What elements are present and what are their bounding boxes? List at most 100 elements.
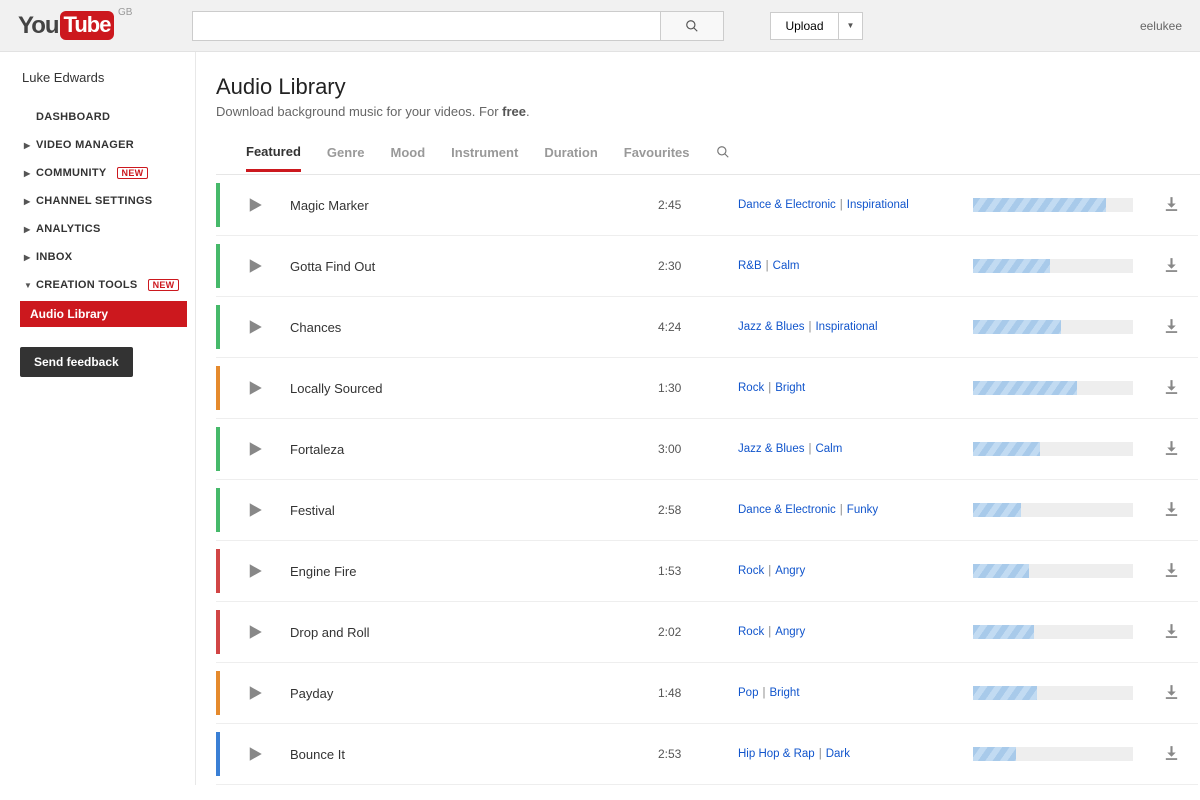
play-button[interactable]	[220, 379, 290, 397]
expand-icon: ▼	[24, 281, 30, 290]
tab-duration[interactable]: Duration	[544, 145, 597, 170]
upload-menu-button[interactable]: ▼	[839, 12, 864, 40]
username[interactable]: Luke Edwards	[20, 70, 195, 85]
mood-link[interactable]: Bright	[769, 687, 799, 699]
page-title: Audio Library	[216, 74, 1200, 100]
genre-link[interactable]: Pop	[738, 687, 758, 699]
track-duration: 4:24	[658, 320, 738, 334]
separator: |	[808, 443, 811, 455]
play-button[interactable]	[220, 196, 290, 214]
track-title: Magic Marker	[290, 198, 658, 213]
download-button[interactable]	[1163, 439, 1180, 459]
sidebar-item-community[interactable]: ▶COMMUNITYNEW	[20, 159, 195, 187]
track-tags: Rock|Angry	[738, 565, 973, 577]
track-duration: 2:30	[658, 259, 738, 273]
play-button[interactable]	[220, 501, 290, 519]
genre-link[interactable]: Jazz & Blues	[738, 443, 804, 455]
track-row: Drop and Roll2:02Rock|Angry	[216, 602, 1198, 663]
play-button[interactable]	[220, 257, 290, 275]
genre-link[interactable]: Rock	[738, 382, 764, 394]
sidebar-item-inbox[interactable]: ▶INBOX	[20, 243, 195, 271]
track-row: Fortaleza3:00Jazz & Blues|Calm	[216, 419, 1198, 480]
sidebar-item-channel-settings[interactable]: ▶CHANNEL SETTINGS	[20, 187, 195, 215]
separator: |	[840, 504, 843, 516]
sidebar-subitem-audio-library[interactable]: Audio Library	[20, 301, 187, 327]
sidebar-item-analytics[interactable]: ▶ANALYTICS	[20, 215, 195, 243]
country-code: GB	[118, 7, 132, 18]
track-title: Festival	[290, 503, 658, 518]
download-button[interactable]	[1163, 500, 1180, 520]
mood-link[interactable]: Dark	[826, 748, 850, 760]
mood-link[interactable]: Inspirational	[847, 199, 909, 211]
popularity-bar	[973, 259, 1133, 273]
mood-link[interactable]: Calm	[773, 260, 800, 272]
track-title: Payday	[290, 686, 658, 701]
play-button[interactable]	[220, 684, 290, 702]
search-button[interactable]	[660, 11, 724, 41]
search-icon	[716, 145, 730, 159]
genre-link[interactable]: Dance & Electronic	[738, 504, 836, 516]
send-feedback-button[interactable]: Send feedback	[20, 347, 133, 377]
play-button[interactable]	[220, 562, 290, 580]
track-title: Gotta Find Out	[290, 259, 658, 274]
track-tags: R&B|Calm	[738, 260, 973, 272]
play-icon	[246, 562, 264, 580]
download-button[interactable]	[1163, 744, 1180, 764]
mood-link[interactable]: Angry	[775, 565, 805, 577]
download-icon	[1163, 378, 1180, 395]
genre-link[interactable]: Dance & Electronic	[738, 199, 836, 211]
main: Audio Library Download background music …	[196, 52, 1200, 785]
play-icon	[246, 257, 264, 275]
download-button[interactable]	[1163, 256, 1180, 276]
play-icon	[246, 440, 264, 458]
download-icon	[1163, 317, 1180, 334]
genre-link[interactable]: Hip Hop & Rap	[738, 748, 815, 760]
genre-link[interactable]: R&B	[738, 260, 762, 272]
tab-featured[interactable]: Featured	[246, 144, 301, 172]
genre-link[interactable]: Rock	[738, 565, 764, 577]
sidebar-nav: ▶DASHBOARD▶VIDEO MANAGER▶COMMUNITYNEW▶CH…	[20, 103, 195, 327]
genre-link[interactable]: Rock	[738, 626, 764, 638]
play-button[interactable]	[220, 623, 290, 641]
play-button[interactable]	[220, 440, 290, 458]
genre-link[interactable]: Jazz & Blues	[738, 321, 804, 333]
mood-link[interactable]: Angry	[775, 626, 805, 638]
popularity-bar	[973, 442, 1133, 456]
track-duration: 1:48	[658, 686, 738, 700]
download-button[interactable]	[1163, 378, 1180, 398]
tab-search-button[interactable]	[716, 145, 730, 170]
mood-link[interactable]: Inspirational	[815, 321, 877, 333]
tab-mood[interactable]: Mood	[390, 145, 425, 170]
tab-instrument[interactable]: Instrument	[451, 145, 518, 170]
download-icon	[1163, 500, 1180, 517]
separator: |	[840, 199, 843, 211]
tab-favourites[interactable]: Favourites	[624, 145, 690, 170]
play-icon	[246, 501, 264, 519]
sidebar-item-creation-tools[interactable]: ▼CREATION TOOLSNEW	[20, 271, 195, 299]
download-icon	[1163, 744, 1180, 761]
play-icon	[246, 318, 264, 336]
download-button[interactable]	[1163, 683, 1180, 703]
mood-link[interactable]: Funky	[847, 504, 878, 516]
download-button[interactable]	[1163, 317, 1180, 337]
mood-link[interactable]: Calm	[815, 443, 842, 455]
download-button[interactable]	[1163, 561, 1180, 581]
upload-group: Upload ▼	[770, 12, 863, 40]
sidebar-item-dashboard[interactable]: ▶DASHBOARD	[20, 103, 195, 131]
mood-link[interactable]: Bright	[775, 382, 805, 394]
account-name[interactable]: eelukee	[1140, 19, 1182, 33]
tab-genre[interactable]: Genre	[327, 145, 365, 170]
sidebar: Luke Edwards ▶DASHBOARD▶VIDEO MANAGER▶CO…	[0, 52, 195, 785]
upload-button[interactable]: Upload	[770, 12, 838, 40]
download-button[interactable]	[1163, 622, 1180, 642]
play-button[interactable]	[220, 318, 290, 336]
track-tags: Pop|Bright	[738, 687, 973, 699]
download-button[interactable]	[1163, 195, 1180, 215]
track-tags: Hip Hop & Rap|Dark	[738, 748, 973, 760]
separator: |	[768, 382, 771, 394]
play-button[interactable]	[220, 745, 290, 763]
sidebar-item-label: VIDEO MANAGER	[36, 139, 134, 151]
sidebar-item-video-manager[interactable]: ▶VIDEO MANAGER	[20, 131, 195, 159]
youtube-logo[interactable]: YouTube GB	[18, 11, 114, 40]
search-input[interactable]	[192, 11, 660, 41]
